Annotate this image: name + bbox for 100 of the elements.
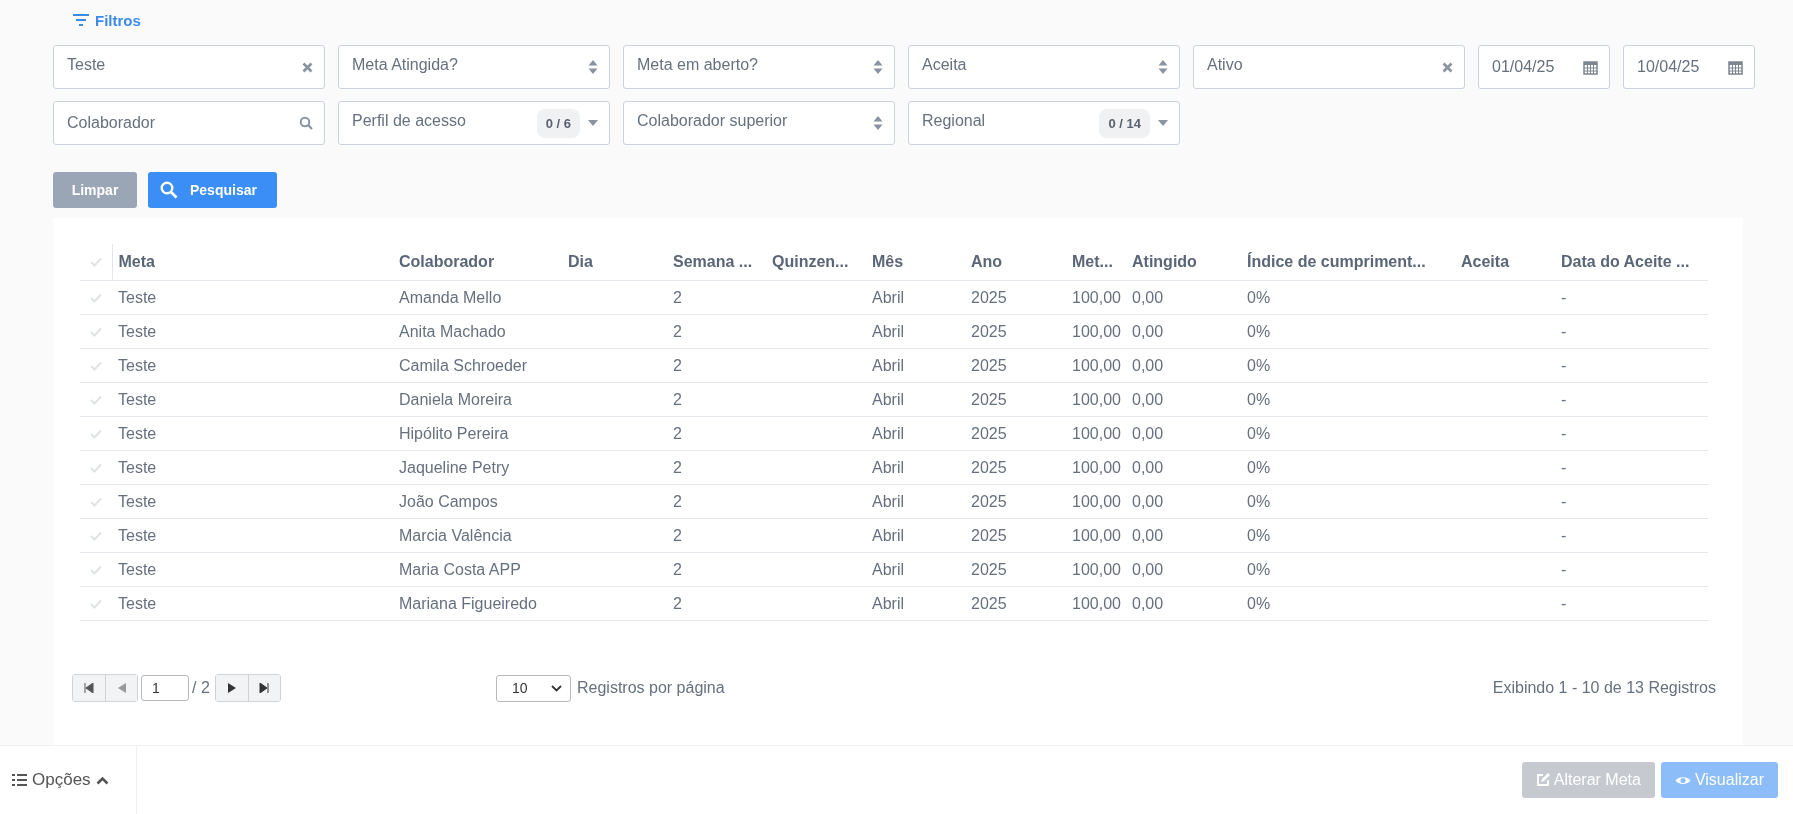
check-icon[interactable] (90, 326, 102, 337)
table-cell: Abril (872, 356, 904, 374)
filter-field[interactable]: Colaborador superior (623, 101, 895, 145)
previous-icon (117, 683, 126, 693)
table-cell: 100,00 (1072, 458, 1121, 476)
caret-icon (588, 120, 598, 126)
check-icon[interactable] (90, 598, 102, 609)
table-cell: 0% (1247, 526, 1271, 544)
check-icon[interactable] (90, 360, 102, 371)
records-summary: Exibindo 1 - 10 de 13 Registros (1492, 679, 1716, 697)
filter-field[interactable]: Ativo (1193, 45, 1465, 89)
filter-field[interactable]: Teste (53, 45, 325, 89)
column-header[interactable]: Colaborador (399, 253, 495, 270)
table-cell: 2 (673, 526, 682, 544)
eye-icon (1674, 774, 1691, 786)
sort-caret-icon (873, 115, 883, 131)
table-cell: - (1561, 390, 1567, 408)
table-cell: 0,00 (1132, 322, 1164, 340)
table-cell: - (1561, 526, 1567, 544)
filter-field[interactable]: 10/04/25 (1623, 45, 1755, 89)
table-cell: 0,00 (1132, 458, 1164, 476)
table-cell: - (1561, 594, 1567, 612)
table-cell: 2025 (971, 560, 1007, 578)
check-icon[interactable] (90, 564, 102, 575)
check-icon[interactable] (90, 496, 102, 507)
table-cell: Abril (872, 424, 904, 442)
table-cell: 2 (673, 424, 682, 442)
chevron-up-icon (95, 775, 109, 785)
table-cell: Abril (872, 492, 904, 510)
filter-field[interactable]: Aceita (908, 45, 1180, 89)
column-header[interactable]: Met... (1072, 253, 1113, 270)
check-icon[interactable] (89, 257, 102, 267)
table-cell: Abril (872, 594, 904, 612)
table-cell: 0,00 (1132, 492, 1164, 510)
table-cell: 2025 (971, 322, 1007, 340)
table-cell: 0% (1247, 424, 1271, 442)
table-cell: 100,00 (1072, 356, 1121, 374)
calendar-icon[interactable] (1583, 59, 1598, 75)
page-input[interactable]: 1 (141, 675, 189, 701)
table-cell: João Campos (399, 492, 498, 510)
filter-field[interactable]: 01/04/25 (1478, 45, 1610, 89)
check-icon[interactable] (90, 462, 102, 473)
column-header[interactable]: Índice de cumpriment... (1247, 253, 1426, 270)
table-cell: 100,00 (1072, 492, 1121, 510)
table-cell: 100,00 (1072, 390, 1121, 408)
table-cell: Abril (872, 526, 904, 544)
table-cell: Teste (118, 322, 157, 340)
filter-field[interactable]: Meta em aberto? (623, 45, 895, 89)
column-header[interactable]: Data do Aceite ... (1561, 253, 1690, 270)
column-header[interactable]: Ano (971, 253, 1003, 270)
clear-icon[interactable] (1442, 61, 1453, 73)
table-cell: 2 (673, 288, 682, 306)
column-header[interactable]: Dia (568, 253, 593, 270)
chevron-down-icon (551, 684, 562, 692)
table-cell: 2025 (971, 424, 1007, 442)
check-icon[interactable] (90, 394, 102, 405)
table-cell: 2 (673, 356, 682, 374)
table-cell: 0,00 (1132, 594, 1164, 612)
check-icon[interactable] (90, 292, 102, 303)
table-cell: 100,00 (1072, 560, 1121, 578)
table-cell: - (1561, 424, 1567, 442)
column-header[interactable]: Meta (118, 253, 155, 270)
table-cell: Amanda Mello (399, 288, 502, 306)
column-header[interactable]: Quinzen... (772, 253, 849, 270)
filter-field[interactable]: Meta Atingida? (338, 45, 610, 89)
table-cell: 100,00 (1072, 526, 1121, 544)
column-header[interactable]: Mês (872, 253, 904, 270)
table-cell: Mariana Figueiredo (399, 594, 537, 612)
sort-caret-icon (873, 59, 883, 75)
calendar-icon[interactable] (1728, 59, 1743, 75)
table-cell: 0,00 (1132, 288, 1164, 306)
table-cell: 2025 (971, 594, 1007, 612)
sort-caret-icon (1158, 59, 1168, 75)
column-header[interactable]: Atingido (1132, 253, 1197, 270)
options-menu[interactable]: Opções (0, 746, 137, 814)
table-cell: 2025 (971, 526, 1007, 544)
last-page-icon (259, 683, 270, 693)
column-header[interactable]: Aceita (1461, 253, 1510, 270)
last-page-button[interactable] (247, 675, 280, 701)
filter-field[interactable]: Perfil de acesso 0 / 6 (338, 101, 610, 145)
next-page-button[interactable] (215, 675, 248, 701)
table-cell: Hipólito Pereira (399, 424, 509, 442)
check-icon[interactable] (90, 530, 102, 541)
page-size-select[interactable]: 10 (496, 674, 571, 702)
table-cell: Teste (118, 560, 157, 578)
table-cell: Abril (872, 458, 904, 476)
filters-toggle[interactable]: Filtros (72, 8, 1793, 32)
column-header[interactable]: Semana ... (673, 253, 753, 270)
table-cell: 2 (673, 322, 682, 340)
table-cell: - (1561, 356, 1567, 374)
clear-icon[interactable] (302, 61, 313, 73)
table-cell: 0% (1247, 322, 1271, 340)
filter-field[interactable]: Colaborador (53, 101, 325, 145)
table-cell: 0% (1247, 492, 1271, 510)
table-cell: Teste (118, 390, 157, 408)
first-page-button[interactable] (73, 675, 105, 701)
table-cell: 2025 (971, 458, 1007, 476)
search-button[interactable]: Pesquisar (148, 172, 277, 208)
filter-field[interactable]: Regional 0 / 14 (908, 101, 1180, 145)
check-icon[interactable] (90, 428, 102, 439)
